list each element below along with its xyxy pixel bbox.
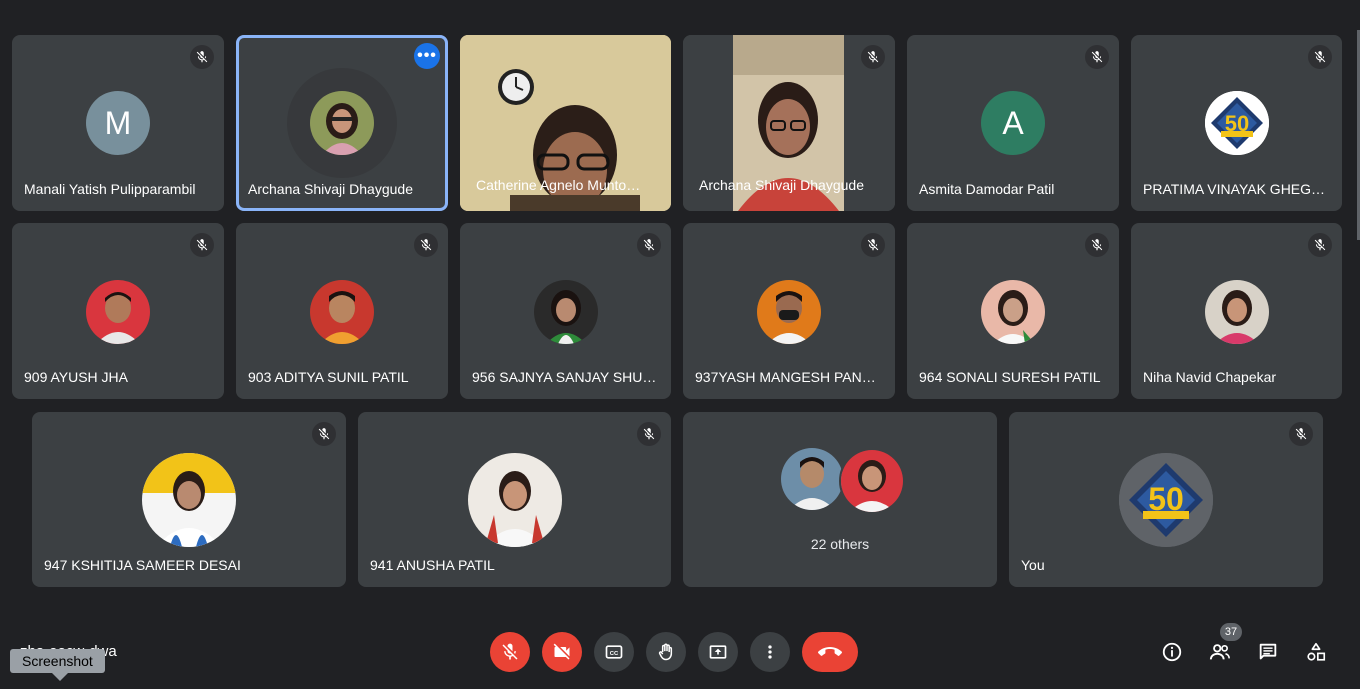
participant-name: Asmita Damodar Patil	[919, 181, 1055, 197]
mic-off-icon	[1289, 422, 1313, 446]
participant-name: Archana Shivaji Dhaygude	[248, 181, 413, 197]
participant-tile[interactable]: 937YASH MANGESH PANG…	[683, 223, 895, 399]
tooltip: Screenshot	[10, 649, 105, 681]
participant-name: 903 ADITYA SUNIL PATIL	[248, 369, 409, 385]
participant-name: PRATIMA VINAYAK GHEG…	[1143, 181, 1326, 197]
participant-name: Manali Yatish Pulipparambil	[24, 181, 196, 197]
participant-name: 937YASH MANGESH PANG…	[695, 369, 885, 385]
more-options-button[interactable]: •••	[414, 43, 440, 69]
participant-tile[interactable]: M Manali Yatish Pulipparambil	[12, 35, 224, 211]
raise-hand-icon	[658, 643, 673, 661]
camera-off-icon	[553, 643, 570, 660]
camera-toggle-button[interactable]	[542, 632, 582, 672]
participant-tile-video[interactable]: Archana Shivaji Dhaygude	[683, 35, 895, 211]
mic-off-icon	[1308, 233, 1332, 257]
avatar	[781, 448, 843, 510]
end-call-button[interactable]	[802, 632, 858, 672]
participant-name: 956 SAJNYA SANJAY SHU…	[472, 369, 657, 385]
present-screen-icon	[709, 645, 727, 659]
captions-icon: CC	[605, 645, 623, 659]
participant-tile[interactable]: 956 SAJNYA SANJAY SHU…	[460, 223, 671, 399]
info-icon	[1162, 642, 1182, 662]
participant-name: Archana Shivaji Dhaygude	[699, 177, 864, 193]
meeting-details-button[interactable]	[1160, 640, 1184, 664]
participants-count-badge: 37	[1220, 623, 1242, 641]
activities-icon	[1307, 642, 1326, 661]
avatar	[310, 91, 374, 155]
call-end-icon	[818, 647, 842, 656]
participant-tile[interactable]: Niha Navid Chapekar	[1131, 223, 1342, 399]
people-button[interactable]	[1208, 640, 1232, 664]
mic-off-icon	[637, 422, 661, 446]
avatar	[142, 453, 236, 547]
participant-name: 947 KSHITIJA SAMEER DESAI	[44, 557, 241, 573]
mic-toggle-button[interactable]	[490, 632, 530, 672]
avatar	[86, 280, 150, 344]
mic-off-icon	[861, 233, 885, 257]
mic-off-icon	[502, 643, 518, 660]
mic-off-icon	[414, 233, 438, 257]
avatar-logo: 50	[1119, 453, 1213, 547]
avatar-logo: 50	[1205, 91, 1269, 155]
people-icon	[1209, 644, 1230, 660]
avatar	[310, 280, 374, 344]
participant-name: Niha Navid Chapekar	[1143, 369, 1277, 385]
more-vert-icon	[768, 645, 772, 659]
self-tile[interactable]: 50 You	[1009, 412, 1323, 587]
participant-tile[interactable]: 909 AYUSH JHA	[12, 223, 224, 399]
mic-off-icon	[1308, 45, 1332, 69]
mic-off-icon	[637, 233, 661, 257]
participant-tile[interactable]: 941 ANUSHA PATIL	[358, 412, 671, 587]
chat-button[interactable]	[1256, 640, 1280, 664]
participant-name: 964 SONALI SURESH PATIL	[919, 369, 1101, 385]
participant-tile[interactable]: 947 KSHITIJA SAMEER DESAI	[32, 412, 346, 587]
avatar	[468, 453, 562, 547]
avatar	[839, 448, 905, 514]
more-options-button[interactable]	[750, 632, 790, 672]
participant-tile-video[interactable]: Catherine Agnelo Munto…	[460, 35, 671, 211]
avatar	[981, 280, 1045, 344]
participant-name: Catherine Agnelo Munto…	[476, 177, 641, 193]
avatar: M	[86, 91, 150, 155]
participant-tile[interactable]: 964 SONALI SURESH PATIL	[907, 223, 1119, 399]
participant-tile[interactable]: A Asmita Damodar Patil	[907, 35, 1119, 211]
captions-button[interactable]: CC	[594, 632, 634, 672]
present-screen-button[interactable]	[698, 632, 738, 672]
others-tile[interactable]: 22 others	[683, 412, 997, 587]
avatar	[1205, 280, 1269, 344]
activities-button[interactable]	[1304, 640, 1328, 664]
mic-off-icon	[190, 45, 214, 69]
mic-off-icon	[1085, 233, 1109, 257]
avatar: A	[981, 91, 1045, 155]
raise-hand-button[interactable]	[646, 632, 686, 672]
participant-name: You	[1021, 557, 1045, 573]
others-count-label: 22 others	[810, 536, 870, 552]
avatar	[534, 280, 598, 344]
avatar	[757, 280, 821, 344]
participant-name: 941 ANUSHA PATIL	[370, 557, 495, 573]
participant-tile[interactable]: 50 PRATIMA VINAYAK GHEG…	[1131, 35, 1342, 211]
chat-icon	[1259, 643, 1277, 660]
participant-tile-pinned[interactable]: ••• Archana Shivaji Dhaygude	[236, 35, 448, 211]
svg-text:CC: CC	[610, 651, 619, 657]
mic-off-icon	[190, 233, 214, 257]
participant-tile[interactable]: 903 ADITYA SUNIL PATIL	[236, 223, 448, 399]
mic-off-icon	[1085, 45, 1109, 69]
mic-off-icon	[312, 422, 336, 446]
mic-off-icon	[861, 45, 885, 69]
participant-name: 909 AYUSH JHA	[24, 369, 129, 385]
